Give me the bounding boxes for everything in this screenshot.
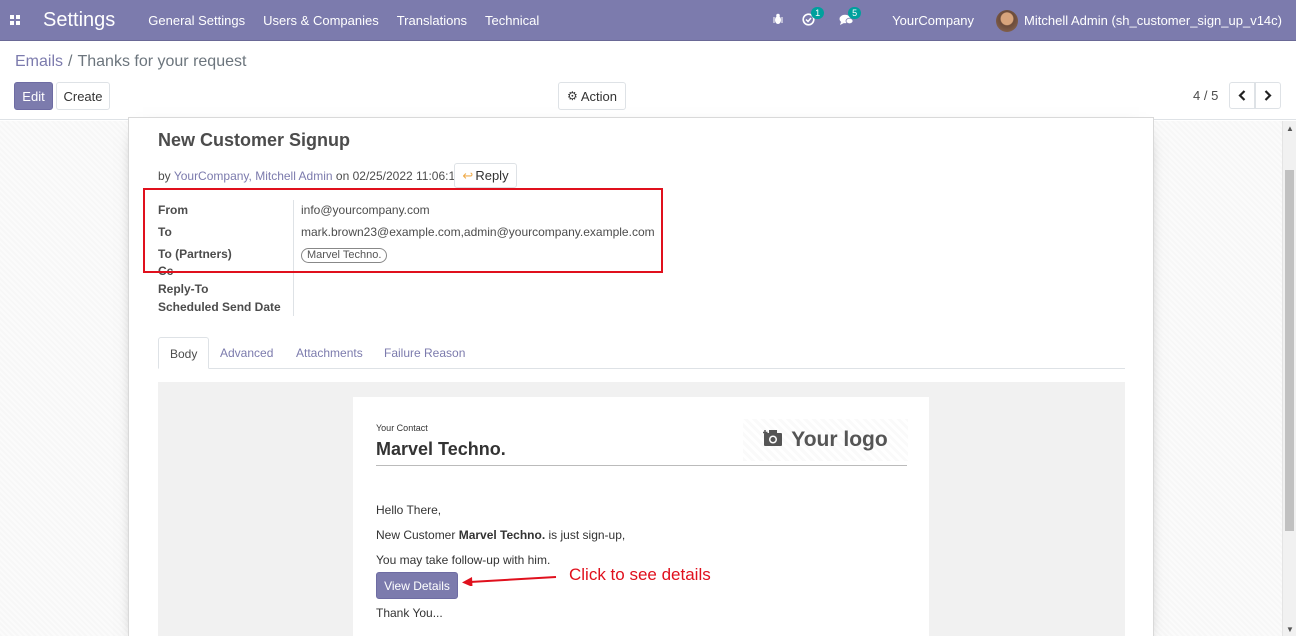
notebook-tabs: Body Advanced Attachments Failure Reason xyxy=(158,337,1125,369)
field-reply-to: Reply-To xyxy=(158,282,658,300)
reply-label: Reply xyxy=(475,168,509,183)
systray: 1 5 YourCompany Mitchell Admin (sh_custo… xyxy=(772,0,1296,41)
form-sheet: New Customer Signup by YourCompany, Mitc… xyxy=(128,117,1154,636)
menu-users-companies[interactable]: Users & Companies xyxy=(254,0,388,41)
breadcrumb: Emails / Thanks for your request xyxy=(15,53,246,71)
edit-button[interactable]: Edit xyxy=(14,82,53,110)
messages-count-badge: 5 xyxy=(848,6,862,19)
followup-text: You may take follow-up with him. xyxy=(376,553,551,567)
scroll-down-arrow-icon[interactable]: ▼ xyxy=(1286,625,1294,634)
email-card: Your Contact Marvel Techno. Your logo He… xyxy=(353,397,929,636)
camera-icon xyxy=(762,429,783,452)
email-meta: by YourCompany, Mitchell Admin on 02/25/… xyxy=(158,169,461,183)
scrollbar-thumb[interactable] xyxy=(1285,170,1294,531)
scheduled-label: Scheduled Send Date xyxy=(158,300,281,314)
page-scrollbar[interactable]: ▲ ▼ xyxy=(1282,121,1296,636)
messages-button[interactable]: 5 xyxy=(839,6,862,29)
tab-advanced[interactable]: Advanced xyxy=(209,337,284,369)
tab-attachments[interactable]: Attachments xyxy=(285,337,374,369)
menu-technical[interactable]: Technical xyxy=(476,0,548,41)
highlight-box xyxy=(143,188,663,273)
view-details-button[interactable]: View Details xyxy=(376,572,458,599)
email-body-preview: Your Contact Marvel Techno. Your logo He… xyxy=(158,382,1125,636)
signup-text: New Customer Marvel Techno. is just sign… xyxy=(376,528,625,542)
breadcrumb-separator: / xyxy=(68,53,73,70)
action-label: Action xyxy=(580,88,617,104)
reply-button[interactable]: ↩ Reply xyxy=(454,163,517,188)
app-title[interactable]: Settings xyxy=(43,9,115,32)
company-switcher[interactable]: YourCompany xyxy=(892,13,974,28)
form-view: New Customer Signup by YourCompany, Mitc… xyxy=(0,117,1282,636)
contact-name: Marvel Techno. xyxy=(376,439,506,459)
annotation-arrow xyxy=(462,576,557,586)
annotation-text: Click to see details xyxy=(569,565,711,584)
greeting-text: Hello There, xyxy=(376,503,442,517)
activity-button[interactable]: 1 xyxy=(802,6,825,29)
contact-label: Your Contact xyxy=(376,423,428,433)
reply-to-label: Reply-To xyxy=(158,282,209,296)
chevron-right-icon xyxy=(1264,90,1272,101)
action-button[interactable]: ⚙ Action xyxy=(558,82,626,110)
activity-count-badge: 1 xyxy=(811,6,825,19)
breadcrumb-emails[interactable]: Emails xyxy=(15,53,63,70)
create-button[interactable]: Create xyxy=(56,82,110,110)
field-scheduled-date: Scheduled Send Date xyxy=(158,300,658,318)
pager-next-button[interactable] xyxy=(1255,82,1281,109)
menu-translations[interactable]: Translations xyxy=(388,0,476,41)
logo-text: Your logo xyxy=(791,428,888,451)
tab-failure-reason[interactable]: Failure Reason xyxy=(373,337,476,369)
email-subject: New Customer Signup xyxy=(158,130,351,150)
email-date: 02/25/2022 11:06:11 xyxy=(352,169,461,183)
menu-general-settings[interactable]: General Settings xyxy=(139,0,254,41)
signup-customer-name: Marvel Techno. xyxy=(458,528,546,542)
company-logo-placeholder: Your logo xyxy=(743,419,908,461)
pager-value[interactable]: 4 / 5 xyxy=(1193,88,1218,103)
signup-prefix: New Customer xyxy=(376,528,456,542)
breadcrumb-current: Thanks for your request xyxy=(77,53,247,70)
by-prefix: by xyxy=(158,169,171,183)
tab-body[interactable]: Body xyxy=(158,337,210,369)
reply-icon: ↩ xyxy=(462,167,474,183)
authors-link[interactable]: YourCompany, Mitchell Admin xyxy=(174,169,333,183)
avatar[interactable] xyxy=(996,9,1019,32)
main-menu: General Settings Users & Companies Trans… xyxy=(139,0,548,41)
on-prefix: on xyxy=(335,169,350,183)
scroll-up-arrow-icon[interactable]: ▲ xyxy=(1286,124,1294,133)
chevron-left-icon xyxy=(1238,90,1246,101)
user-menu[interactable]: Mitchell Admin (sh_customer_sign_up_v14c… xyxy=(1024,13,1282,28)
header-divider xyxy=(376,465,907,466)
bug-icon[interactable] xyxy=(772,13,784,28)
control-panel: Emails / Thanks for your request Edit Crea… xyxy=(0,41,1296,120)
top-navbar: Settings General Settings Users & Compan… xyxy=(0,0,1296,41)
gear-icon: ⚙ xyxy=(567,89,578,103)
signup-suffix: is just sign-up, xyxy=(548,528,626,542)
closing-text: Thank You... xyxy=(376,606,443,620)
pager-previous-button[interactable] xyxy=(1229,82,1255,109)
apps-menu-icon[interactable] xyxy=(1,0,29,41)
